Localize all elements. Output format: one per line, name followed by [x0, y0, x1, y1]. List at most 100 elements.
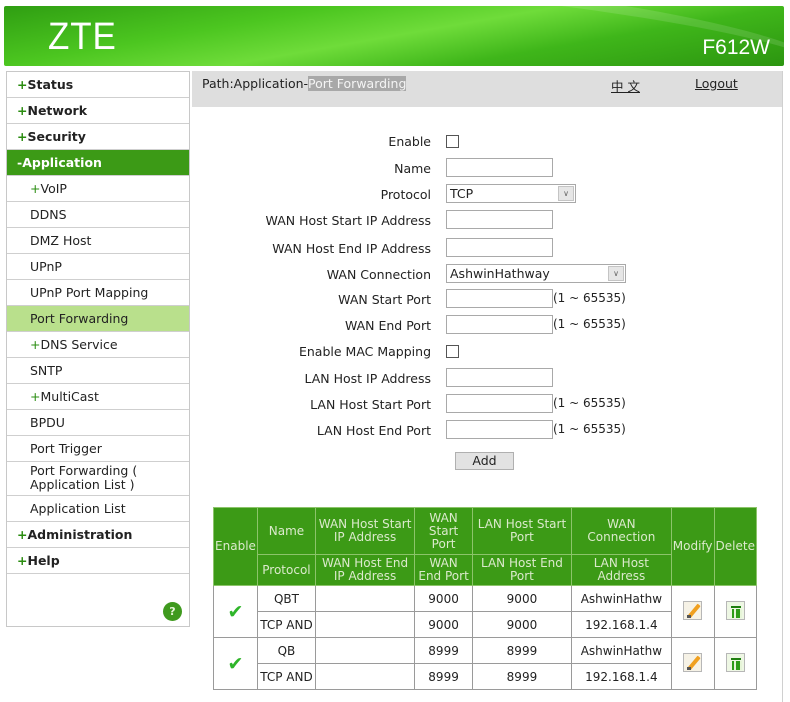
form-row-lan-host-ip: LAN Host IP Address	[192, 368, 782, 390]
wan-connection-cell: AshwinHathw	[571, 585, 672, 612]
help-question-icon[interactable]: ?	[163, 602, 182, 621]
sidebar-item-administration[interactable]: +Administration	[7, 522, 189, 548]
wan-host-start-ip-input[interactable]	[446, 210, 553, 229]
sidebar-item-dns-service[interactable]: +DNS Service	[7, 332, 189, 358]
wan-connection-select[interactable]: AshwinHathway ∨	[446, 264, 626, 283]
protocol-cell: TCP AND	[256, 663, 316, 690]
name-cell: QBT	[256, 585, 316, 612]
wan-end-port-cell: 9000	[414, 611, 473, 638]
table-row: ✔ QB 8999 8999 AshwinHathw	[213, 637, 758, 690]
sidebar-item-label: BPDU	[30, 415, 65, 430]
header-wan-start-port: WAN Start Port	[414, 507, 473, 555]
zte-logo: ZTE	[48, 16, 117, 58]
header-lan-host-start-port: LAN Host Start Port	[471, 507, 573, 555]
banner-swoosh-decoration	[121, 6, 784, 66]
chevron-down-icon: ∨	[608, 266, 624, 281]
sidebar-item-bpdu[interactable]: BPDU	[7, 410, 189, 436]
lan-host-ip-input[interactable]	[446, 368, 553, 387]
check-icon: ✔	[227, 600, 244, 623]
sidebar-item-application-list[interactable]: Application List	[7, 496, 189, 522]
wan-connection-cell: AshwinHathw	[571, 637, 672, 664]
enable-checkbox[interactable]	[446, 135, 459, 148]
header-protocol: Protocol	[256, 554, 316, 586]
table-row: ✔ QBT 9000 9000 AshwinHathw	[213, 585, 758, 638]
header-modify: Modify	[670, 507, 715, 586]
form-row-enable: Enable	[192, 131, 782, 153]
trash-icon[interactable]	[725, 600, 745, 620]
modify-cell	[670, 585, 715, 638]
lan-host-start-port-cell: 8999	[471, 637, 573, 664]
sidebar-item-label: Network	[27, 103, 88, 118]
table-header-row: Enable Name WAN Host Start IP Address WA…	[213, 507, 758, 586]
add-button[interactable]: Add	[455, 452, 514, 470]
sidebar-item-label: Port Forwarding ( Application List )	[30, 463, 138, 492]
form-row-wan-start-port: WAN Start Port (1 ~ 65535)	[192, 289, 782, 311]
sidebar-item-dmz-host[interactable]: DMZ Host	[7, 228, 189, 254]
sidebar-item-status[interactable]: +Status	[7, 72, 189, 98]
protocol-select[interactable]: TCP ∨	[446, 184, 576, 203]
breadcrumb-prefix: Path:Application-	[202, 76, 309, 91]
lan-host-start-port-input[interactable]	[446, 394, 553, 413]
lan-host-ip-label: LAN Host IP Address	[304, 371, 431, 386]
wan-start-port-range-hint: (1 ~ 65535)	[553, 291, 626, 305]
edit-pencil-icon[interactable]	[683, 652, 703, 672]
sidebar-item-label: Status	[27, 77, 74, 92]
sidebar-item-label: DDNS	[30, 207, 67, 222]
protocol-cell: TCP AND	[256, 611, 316, 638]
name-input[interactable]	[446, 158, 553, 177]
wan-end-port-label: WAN End Port	[344, 318, 431, 333]
sidebar-item-application[interactable]: -Application	[7, 150, 189, 176]
sidebar-item-sntp[interactable]: SNTP	[7, 358, 189, 384]
sidebar-item-security[interactable]: +Security	[7, 124, 189, 150]
form-row-name: Name	[192, 158, 782, 180]
sidebar-item-label: UPnP Port Mapping	[30, 285, 149, 300]
sidebar-item-label: Port Forwarding	[30, 311, 129, 326]
sidebar-item-multicast[interactable]: +MultiCast	[7, 384, 189, 410]
sidebar-item-voip[interactable]: +VoIP	[7, 176, 189, 202]
lan-host-end-port-cell: 8999	[471, 663, 573, 690]
edit-pencil-icon[interactable]	[683, 600, 703, 620]
sidebar-item-label: SNTP	[30, 363, 63, 378]
enable-mac-mapping-checkbox[interactable]	[446, 345, 459, 358]
sidebar-item-label: DNS Service	[40, 337, 118, 352]
wan-start-port-input[interactable]	[446, 289, 553, 308]
logout-link[interactable]: Logout	[695, 76, 738, 91]
wan-end-port-input[interactable]	[446, 315, 553, 334]
wan-end-port-range-hint: (1 ~ 65535)	[553, 317, 626, 331]
expand-plus-icon: +	[30, 389, 41, 404]
sidebar-item-upnp-port-mapping[interactable]: UPnP Port Mapping	[7, 280, 189, 306]
header-name: Name	[256, 507, 316, 555]
wan-host-end-ip-cell	[314, 663, 416, 690]
enabled-cell: ✔	[213, 585, 258, 638]
wan-host-end-ip-input[interactable]	[446, 238, 553, 257]
sidebar-item-port-forwarding[interactable]: Port Forwarding	[7, 306, 189, 332]
header-wan-host-start-ip: WAN Host Start IP Address	[314, 507, 416, 555]
sidebar-item-port-trigger[interactable]: Port Trigger	[7, 436, 189, 462]
device-model: F612W	[702, 36, 770, 59]
form-row-lan-host-end-port: LAN Host End Port (1 ~ 65535)	[192, 420, 782, 442]
sidebar-item-port-forwarding-app-list[interactable]: Port Forwarding ( Application List )	[7, 462, 189, 496]
modify-cell	[670, 637, 715, 690]
wan-host-start-ip-cell	[314, 637, 416, 664]
expand-plus-icon: +	[30, 181, 41, 196]
sidebar-item-network[interactable]: +Network	[7, 98, 189, 124]
name-cell: QB	[256, 637, 316, 664]
sidebar-item-help[interactable]: +Help	[7, 548, 189, 574]
sidebar-item-ddns[interactable]: DDNS	[7, 202, 189, 228]
sidebar-item-upnp[interactable]: UPnP	[7, 254, 189, 280]
language-switch-link[interactable]: 中 文	[611, 76, 640, 95]
lan-host-end-port-input[interactable]	[446, 420, 553, 439]
header-enable: Enable	[213, 507, 258, 586]
breadcrumb-bar: Path:Application-Port Forwarding 中 文 Log…	[192, 71, 783, 107]
lan-host-end-port-cell: 9000	[471, 611, 573, 638]
trash-icon[interactable]	[725, 652, 745, 672]
chevron-down-icon: ∨	[558, 186, 574, 201]
wan-host-start-ip-cell	[314, 585, 416, 612]
form-row-wan-host-end-ip: WAN Host End IP Address	[192, 238, 782, 260]
protocol-label: Protocol	[380, 187, 431, 202]
lan-host-end-port-range-hint: (1 ~ 65535)	[553, 422, 626, 436]
name-label: Name	[394, 161, 431, 176]
sidebar-item-label: Security	[27, 129, 86, 144]
expand-plus-icon: +	[17, 527, 28, 542]
wan-host-end-ip-cell	[314, 611, 416, 638]
